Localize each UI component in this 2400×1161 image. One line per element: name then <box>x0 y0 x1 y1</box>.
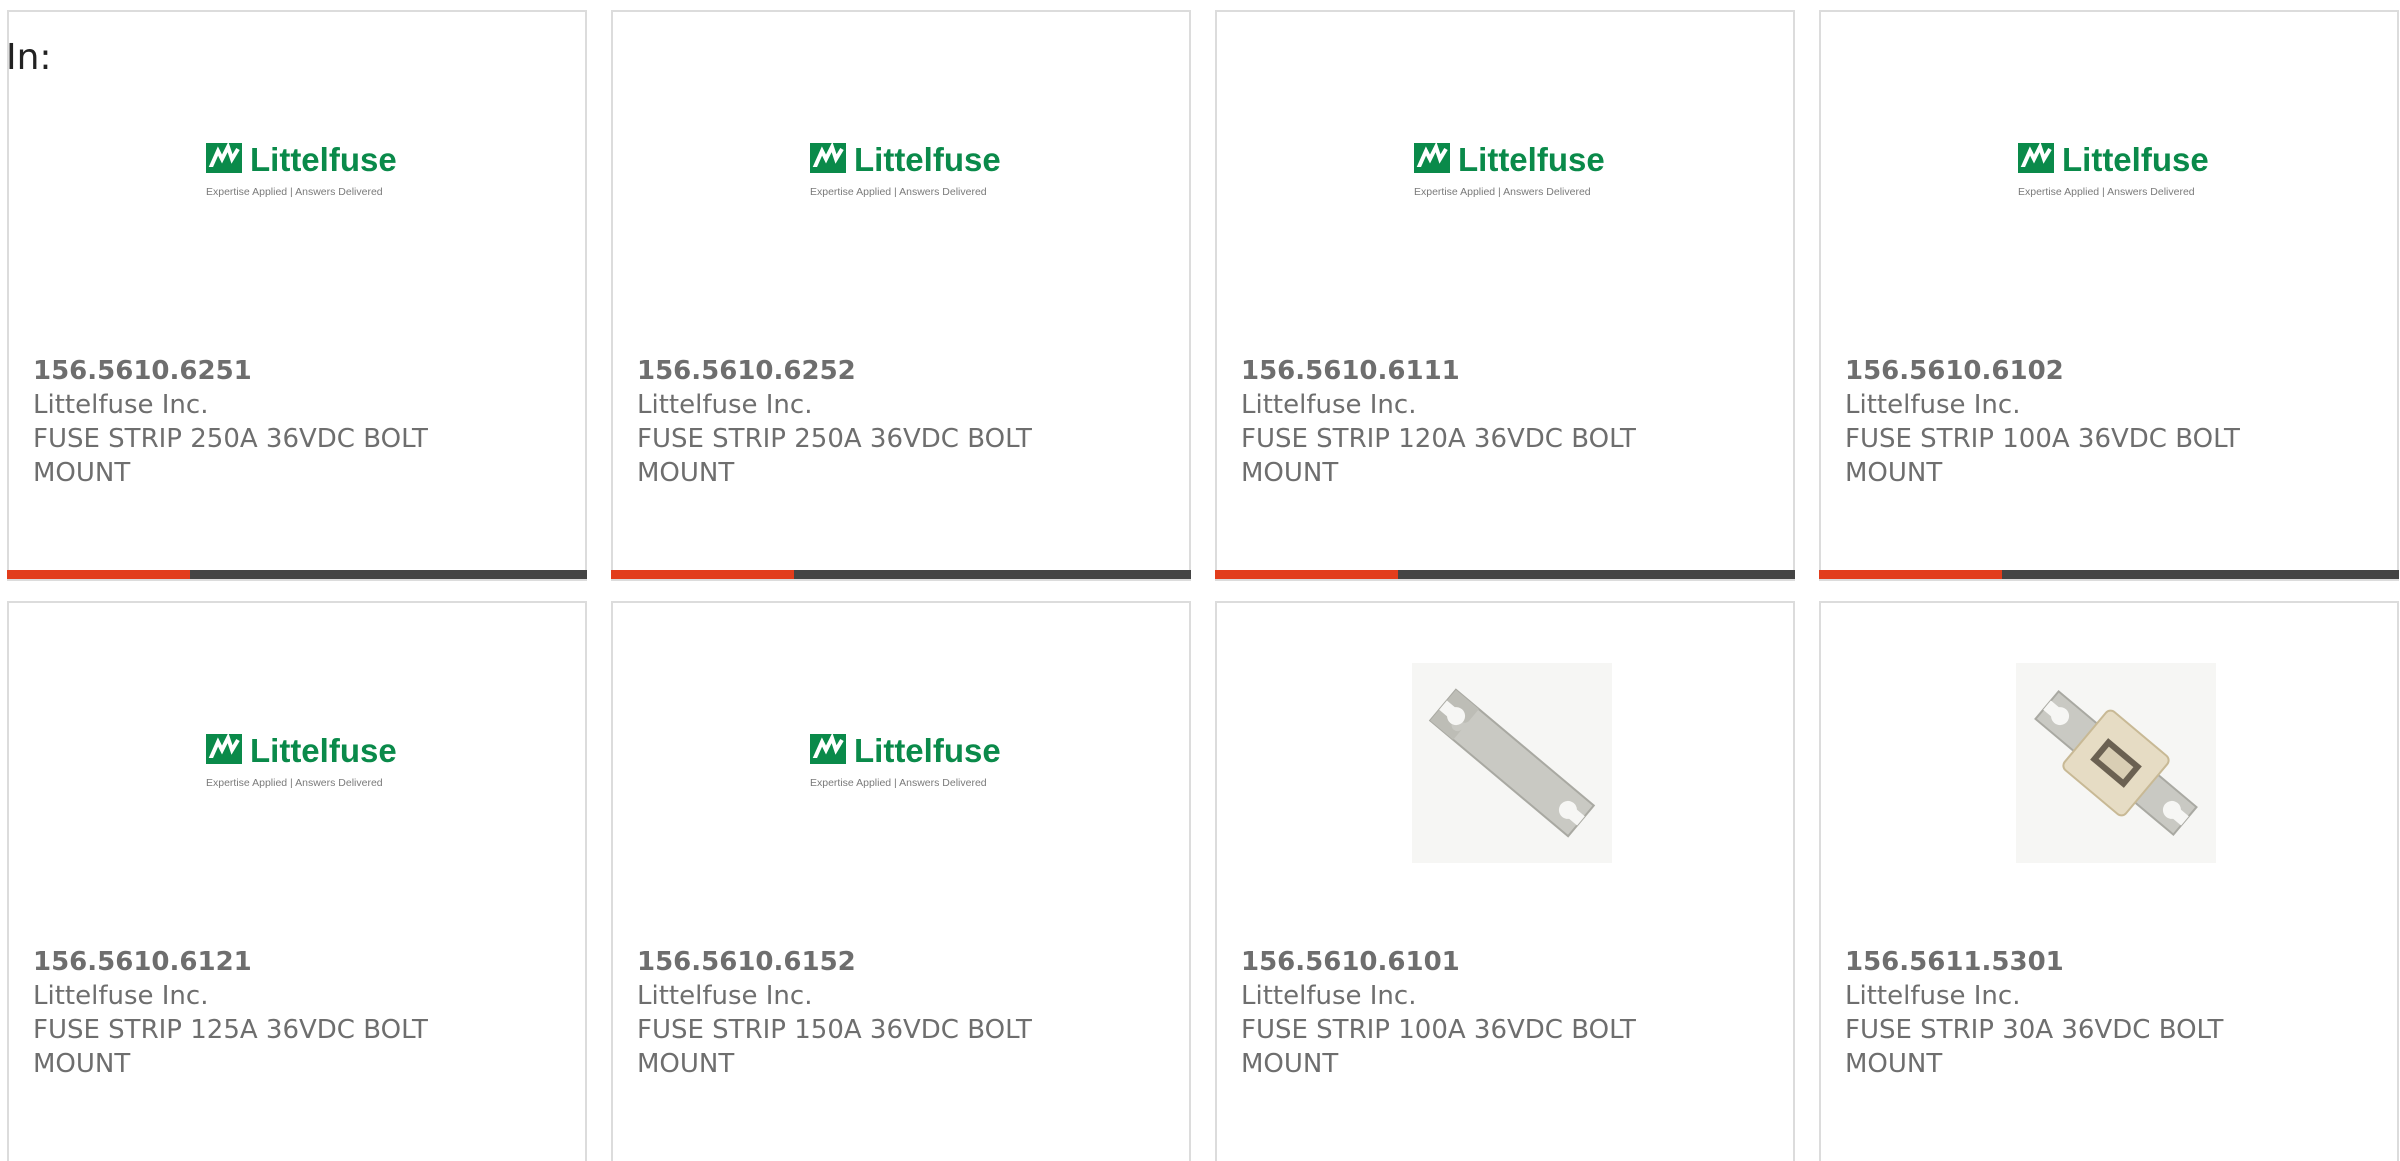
product-description: FUSE STRIP 30A 36VDC BOLT MOUNT <box>1845 1015 2224 1079</box>
littelfuse-logo-icon: Littelfuse Expertise Applied | Answers D… <box>206 732 397 789</box>
logo-brand-name: Littelfuse <box>854 732 1001 769</box>
fuse-strip-housed-icon <box>2016 663 2216 863</box>
littelfuse-logo-icon: Littelfuse Expertise Applied | Answers D… <box>1414 141 1605 198</box>
card-accent-bar <box>611 570 1191 579</box>
product-card[interactable]: Littelfuse Expertise Applied | Answers D… <box>611 601 1191 1161</box>
product-description: FUSE STRIP 150A 36VDC BOLT MOUNT <box>637 1015 1032 1079</box>
product-description: FUSE STRIP 250A 36VDC BOLT MOUNT <box>33 424 428 488</box>
littelfuse-logo-icon: Littelfuse Expertise Applied | Answers D… <box>810 141 1001 198</box>
accent-bar-segment <box>1819 570 2002 579</box>
product-image[interactable]: Littelfuse Expertise Applied | Answers D… <box>204 72 404 272</box>
manufacturer-name: Littelfuse Inc. <box>1845 390 2021 420</box>
product-listing-page: In: Littelfuse Expertise Applied | Answe… <box>0 0 2400 1161</box>
product-info: 156.5610.6121 Littelfuse Inc. FUSE STRIP 1… <box>33 945 513 1081</box>
product-card[interactable]: 156.5610.6101 Littelfuse Inc. FUSE STRIP 1… <box>1215 601 1795 1161</box>
product-image[interactable]: Littelfuse Expertise Applied | Answers D… <box>2016 72 2216 272</box>
product-card[interactable]: Littelfuse Expertise Applied | Answers D… <box>1819 10 2399 581</box>
product-info: 156.5610.6111 Littelfuse Inc. FUSE STRIP 1… <box>1241 354 1721 490</box>
littelfuse-logo-icon: Littelfuse Expertise Applied | Answers D… <box>810 732 1001 789</box>
fuse-strip-icon <box>1412 663 1612 863</box>
logo-tagline: Expertise Applied | Answers Delivered <box>206 186 383 198</box>
product-grid: Littelfuse Expertise Applied | Answers D… <box>7 10 2399 1161</box>
card-accent-bar <box>1215 570 1795 579</box>
logo-tagline: Expertise Applied | Answers Delivered <box>810 777 987 789</box>
product-description: FUSE STRIP 250A 36VDC BOLT MOUNT <box>637 424 1032 488</box>
logo-tagline: Expertise Applied | Answers Delivered <box>206 777 383 789</box>
product-image[interactable] <box>1412 663 1612 863</box>
in-label: In: <box>6 37 52 78</box>
product-description: FUSE STRIP 100A 36VDC BOLT MOUNT <box>1241 1015 1636 1079</box>
logo-brand-name: Littelfuse <box>250 141 397 178</box>
manufacturer-name: Littelfuse Inc. <box>33 981 209 1011</box>
part-number-link[interactable]: 156.5610.6121 <box>33 945 513 979</box>
logo-brand-name: Littelfuse <box>1458 141 1605 178</box>
dark-bar-segment <box>2002 570 2399 579</box>
product-card[interactable]: Littelfuse Expertise Applied | Answers D… <box>611 10 1191 581</box>
manufacturer-name: Littelfuse Inc. <box>1241 981 1417 1011</box>
product-card[interactable]: Littelfuse Expertise Applied | Answers D… <box>7 601 587 1161</box>
product-info: 156.5610.6152 Littelfuse Inc. FUSE STRIP 1… <box>637 945 1117 1081</box>
logo-tagline: Expertise Applied | Answers Delivered <box>810 186 987 198</box>
logo-tagline: Expertise Applied | Answers Delivered <box>1414 186 1591 198</box>
product-info: 156.5610.6102 Littelfuse Inc. FUSE STRIP 1… <box>1845 354 2325 490</box>
product-info: 156.5610.6101 Littelfuse Inc. FUSE STRIP 1… <box>1241 945 1721 1081</box>
littelfuse-logo-icon: Littelfuse Expertise Applied | Answers D… <box>2018 141 2209 198</box>
accent-bar-segment <box>1215 570 1398 579</box>
product-card[interactable]: Littelfuse Expertise Applied | Answers D… <box>1215 10 1795 581</box>
product-image[interactable]: Littelfuse Expertise Applied | Answers D… <box>1412 72 1612 272</box>
accent-bar-segment <box>611 570 794 579</box>
logo-brand-name: Littelfuse <box>250 732 397 769</box>
part-number-link[interactable]: 156.5610.6252 <box>637 354 1117 388</box>
product-image[interactable]: Littelfuse Expertise Applied | Answers D… <box>808 663 1008 863</box>
manufacturer-name: Littelfuse Inc. <box>637 390 813 420</box>
card-accent-bar <box>7 570 587 579</box>
littelfuse-logo-icon: Littelfuse Expertise Applied | Answers D… <box>206 141 397 198</box>
product-info: 156.5611.5301 Littelfuse Inc. FUSE STRIP 3… <box>1845 945 2325 1081</box>
logo-brand-name: Littelfuse <box>2062 141 2209 178</box>
part-number-link[interactable]: 156.5610.6251 <box>33 354 513 388</box>
manufacturer-name: Littelfuse Inc. <box>1845 981 2021 1011</box>
product-description: FUSE STRIP 125A 36VDC BOLT MOUNT <box>33 1015 428 1079</box>
part-number-link[interactable]: 156.5611.5301 <box>1845 945 2325 979</box>
logo-brand-name: Littelfuse <box>854 141 1001 178</box>
product-description: FUSE STRIP 120A 36VDC BOLT MOUNT <box>1241 424 1636 488</box>
product-card[interactable]: 156.5611.5301 Littelfuse Inc. FUSE STRIP 3… <box>1819 601 2399 1161</box>
part-number-link[interactable]: 156.5610.6152 <box>637 945 1117 979</box>
accent-bar-segment <box>7 570 190 579</box>
logo-tagline: Expertise Applied | Answers Delivered <box>2018 186 2195 198</box>
product-info: 156.5610.6251 Littelfuse Inc. FUSE STRIP 2… <box>33 354 513 490</box>
dark-bar-segment <box>190 570 587 579</box>
product-card[interactable]: Littelfuse Expertise Applied | Answers D… <box>7 10 587 581</box>
dark-bar-segment <box>1398 570 1795 579</box>
part-number-link[interactable]: 156.5610.6111 <box>1241 354 1721 388</box>
card-accent-bar <box>1819 570 2399 579</box>
dark-bar-segment <box>794 570 1191 579</box>
manufacturer-name: Littelfuse Inc. <box>1241 390 1417 420</box>
manufacturer-name: Littelfuse Inc. <box>637 981 813 1011</box>
product-image[interactable] <box>2016 663 2216 863</box>
manufacturer-name: Littelfuse Inc. <box>33 390 209 420</box>
product-image[interactable]: Littelfuse Expertise Applied | Answers D… <box>808 72 1008 272</box>
part-number-link[interactable]: 156.5610.6101 <box>1241 945 1721 979</box>
part-number-link[interactable]: 156.5610.6102 <box>1845 354 2325 388</box>
product-info: 156.5610.6252 Littelfuse Inc. FUSE STRIP 2… <box>637 354 1117 490</box>
product-image[interactable]: Littelfuse Expertise Applied | Answers D… <box>204 663 404 863</box>
product-description: FUSE STRIP 100A 36VDC BOLT MOUNT <box>1845 424 2240 488</box>
